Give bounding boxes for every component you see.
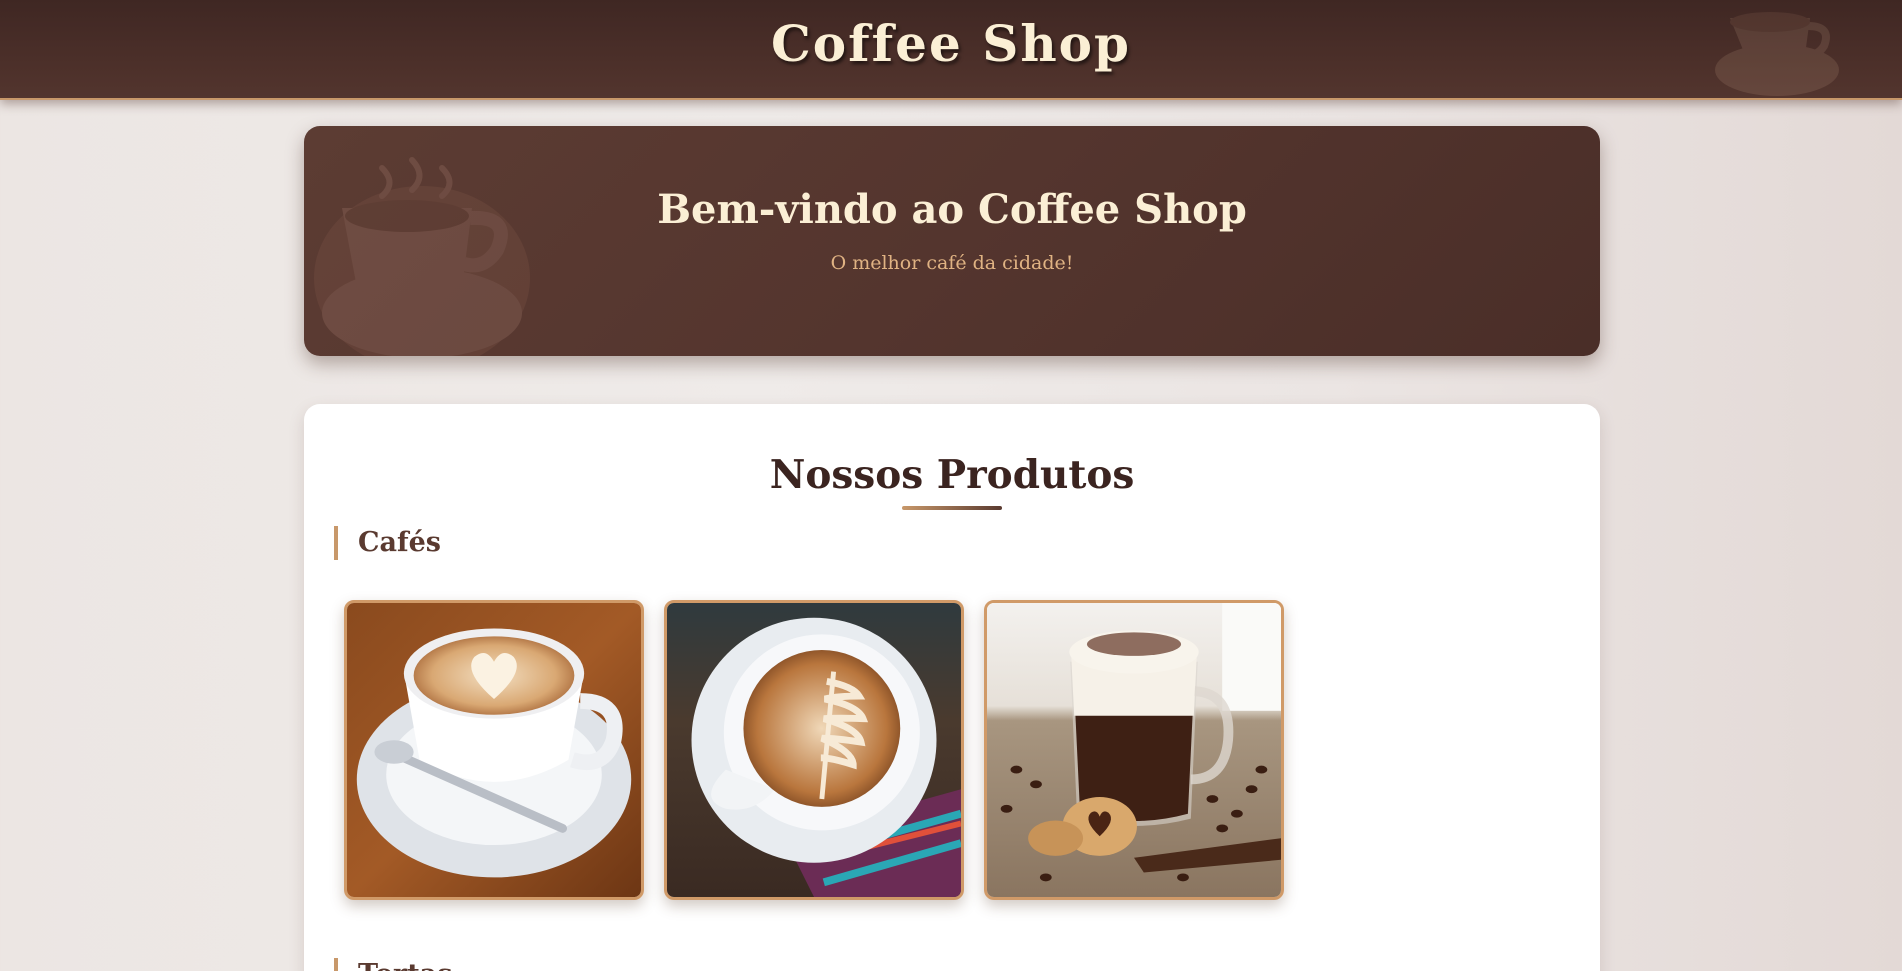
cappuccino-heart-latte-art-photo xyxy=(347,603,641,897)
product-card-mocha[interactable] xyxy=(984,600,1284,900)
products-section: Nossos Produtos Cafés xyxy=(304,404,1600,971)
hero-subtitle: O melhor café da cidade! xyxy=(830,252,1074,274)
title-underline xyxy=(902,506,1002,510)
latte-rosetta-art-photo xyxy=(667,603,961,897)
hero-banner: Bem-vindo ao Coffee Shop O melhor café d… xyxy=(304,126,1600,356)
product-card-latte[interactable] xyxy=(664,600,964,900)
site-title: Coffee Shop xyxy=(771,14,1131,73)
section-heading-cafes: Cafés xyxy=(334,526,441,560)
products-title: Nossos Produtos xyxy=(769,452,1135,498)
hero-title: Bem-vindo ao Coffee Shop xyxy=(657,186,1247,233)
product-card-cappuccino[interactable] xyxy=(344,600,644,900)
coffee-cup-icon xyxy=(314,157,530,356)
section-heading-tortas: Tortas xyxy=(334,958,452,971)
product-grid-cafes xyxy=(344,600,1284,904)
coffee-cup-icon xyxy=(1715,12,1839,96)
glass-mocha-with-cookies-photo xyxy=(987,603,1281,897)
site-header: Coffee Shop xyxy=(0,0,1902,100)
